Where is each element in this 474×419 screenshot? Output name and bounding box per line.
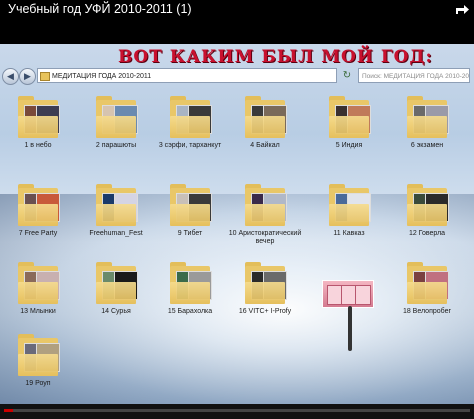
progress-track [4, 409, 470, 412]
folder-label: 5 Индия [335, 142, 363, 149]
standing-figure [348, 306, 352, 351]
folder-label: 13 Млынки [20, 308, 56, 315]
video-title[interactable]: Учебный год УФЙ 2010-2011 (1) [8, 2, 192, 16]
folder-label: 1 в небо [24, 142, 52, 149]
folder-label: 18 Велопробег [402, 308, 452, 315]
folder-label: 3 сэрфи, тарханкут [158, 142, 222, 149]
folder-item[interactable]: 5 Индия [321, 96, 377, 164]
folder-item[interactable]: 19 Роуп [10, 334, 66, 402]
photo-tile[interactable] [322, 280, 374, 308]
folder-item[interactable]: 7 Free Party [10, 184, 66, 252]
folder-icon [245, 262, 287, 306]
folder-icon [18, 262, 60, 306]
folder-icon [18, 334, 60, 378]
folder-icon [40, 72, 50, 81]
folder-label: 15 Барахолка [167, 308, 213, 315]
folder-label: Freehuman_Fest [89, 230, 143, 237]
folder-item[interactable]: 9 Тибет [162, 184, 218, 252]
folder-item[interactable]: 3 сэрфи, тарханкут [159, 96, 221, 164]
folder-label: 12 Говерла [408, 230, 446, 237]
folder-icon [407, 184, 449, 228]
folder-item[interactable]: 10 Аристократический вечер [229, 184, 301, 252]
folder-icon [18, 96, 60, 140]
folder-label: 19 Роуп [25, 380, 51, 387]
folder-item[interactable]: 1 в небо [10, 96, 66, 164]
search-input[interactable]: Поиск: МЕДИТАЦИЯ ГОДА 2010-2011 [358, 68, 470, 83]
address-bar[interactable]: МЕДИТАЦИЯ ГОДА 2010-2011 [37, 68, 337, 83]
explorer-navbar: ◀ ▶ МЕДИТАЦИЯ ГОДА 2010-2011 ↻ Поиск: МЕ… [2, 66, 470, 86]
folder-label: 10 Аристократический вечер [228, 230, 302, 245]
address-text: МЕДИТАЦИЯ ГОДА 2010-2011 [52, 73, 152, 80]
folder-icon [170, 184, 212, 228]
folder-icon [18, 184, 60, 228]
folder-item[interactable]: 11 Кавказ [321, 184, 377, 252]
folder-item[interactable]: 13 Млынки [10, 262, 66, 330]
folder-icon [329, 184, 371, 228]
folder-item[interactable]: Freehuman_Fest [88, 184, 144, 252]
share-icon[interactable] [454, 2, 470, 16]
forward-arrow-icon[interactable]: ▶ [19, 68, 36, 85]
refresh-icon[interactable]: ↻ [340, 68, 354, 83]
folder-icon [96, 184, 138, 228]
folder-item[interactable]: 6 экзамен [399, 96, 455, 164]
slide-heading: ВОТ КАКИМ БЫЛ МОЙ ГОД: [118, 47, 433, 67]
folder-label: 4 Байкал [250, 142, 280, 149]
folder-icon [170, 96, 212, 140]
folder-label: 11 Кавказ [333, 230, 365, 237]
folder-item[interactable]: 4 Байкал [237, 96, 293, 164]
folder-item[interactable]: 15 Барахолка [162, 262, 218, 330]
folder-label: 14 Сурья [101, 308, 131, 315]
video-progress-bar[interactable] [0, 404, 474, 419]
folder-icon [407, 96, 449, 140]
back-arrow-icon[interactable]: ◀ [2, 68, 19, 85]
folder-label: 7 Free Party [18, 230, 58, 237]
folder-item[interactable]: 16 VITC+ I-Profy [237, 262, 293, 330]
folder-icon [245, 184, 287, 228]
video-frame[interactable]: ВОТ КАКИМ БЫЛ МОЙ ГОД: ◀ ▶ МЕДИТАЦИЯ ГОД… [0, 44, 474, 404]
progress-fill [4, 409, 14, 412]
folder-icon [170, 262, 212, 306]
folder-label: 2 парашюты [95, 142, 137, 149]
folder-label: 6 экзамен [410, 142, 444, 149]
folder-item[interactable]: 2 парашюты [88, 96, 144, 164]
folder-icon [96, 96, 138, 140]
folder-icon [96, 262, 138, 306]
folder-item[interactable]: 12 Говерла [399, 184, 455, 252]
folder-icon [407, 262, 449, 306]
folder-icon [329, 96, 371, 140]
folder-icon [245, 96, 287, 140]
folder-item[interactable]: 18 Велопробег [399, 262, 455, 330]
folder-label: 16 VITC+ I-Profy [238, 308, 292, 315]
folder-label: 9 Тибет [177, 230, 203, 237]
folder-item[interactable]: 14 Сурья [88, 262, 144, 330]
